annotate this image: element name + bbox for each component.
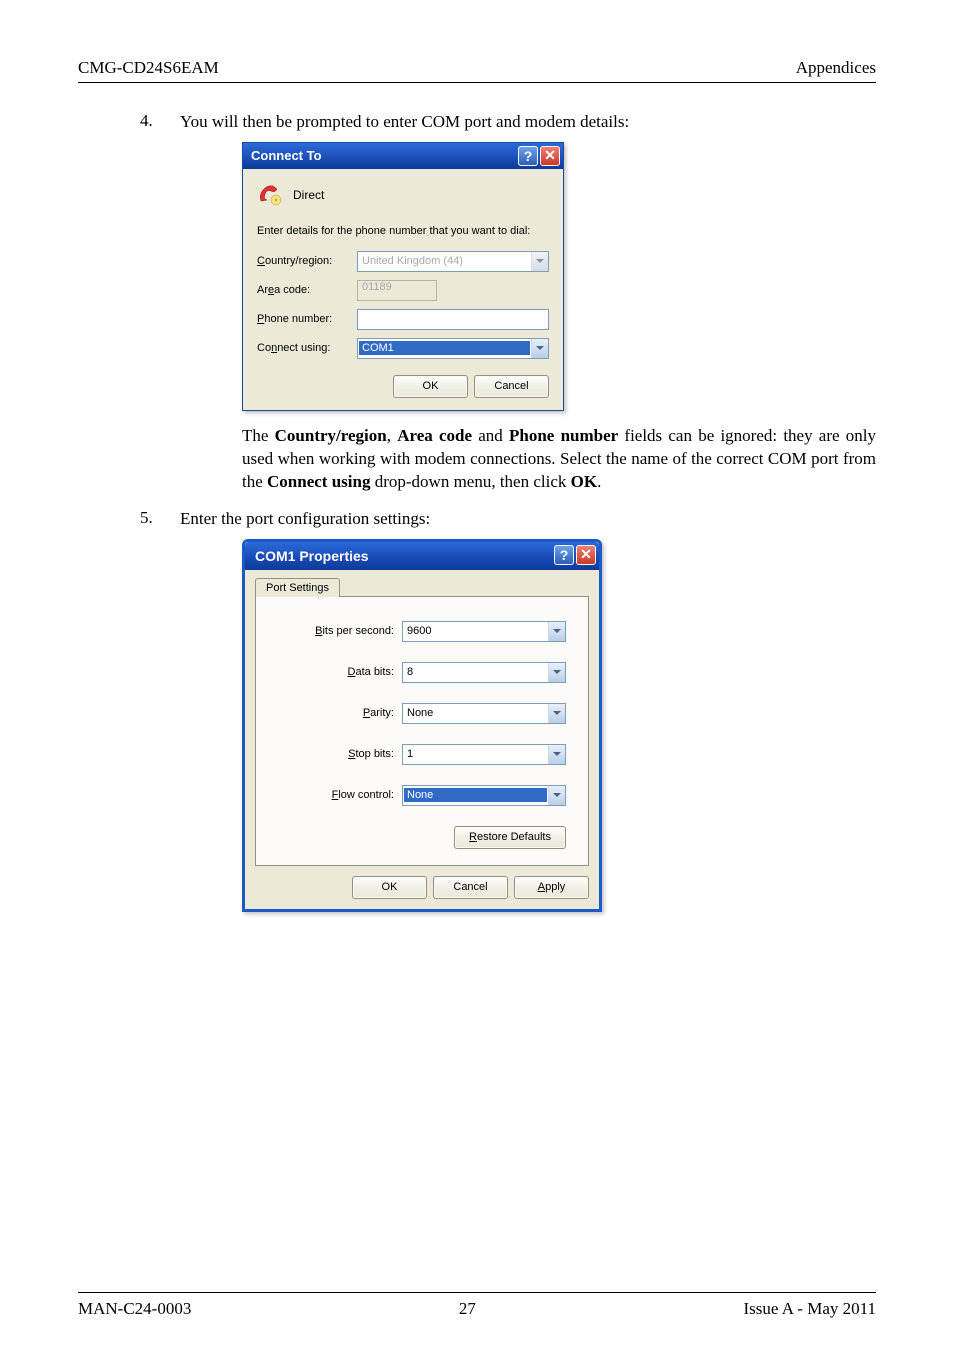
footer-left: MAN-C24-0003 bbox=[78, 1299, 191, 1319]
ok-button[interactable]: OK bbox=[393, 375, 468, 398]
parity-label: Parity: bbox=[278, 707, 402, 719]
country-select[interactable]: United Kingdom (44) bbox=[357, 251, 549, 272]
close-button[interactable]: ✕ bbox=[540, 146, 560, 166]
footer-right: Issue A - May 2011 bbox=[743, 1299, 876, 1319]
cancel-button[interactable]: Cancel bbox=[433, 876, 508, 899]
flow-control-select[interactable]: None bbox=[402, 785, 566, 806]
step-4: 4. You will then be prompted to enter CO… bbox=[140, 111, 876, 134]
connect-to-title: Connect To bbox=[251, 148, 322, 163]
area-label: Area code: bbox=[257, 284, 357, 296]
connect-to-titlebar: Connect To ? ✕ bbox=[243, 143, 563, 169]
header-right: Appendices bbox=[796, 58, 876, 78]
dialog-hint: Enter details for the phone number that … bbox=[257, 225, 549, 237]
step-5-text: Enter the port configuration settings: bbox=[180, 508, 430, 531]
step-5-num: 5. bbox=[140, 508, 180, 531]
restore-defaults-button[interactable]: Restore Defaults bbox=[454, 826, 566, 849]
parity-select[interactable]: None bbox=[402, 703, 566, 724]
chevron-down-icon bbox=[548, 745, 565, 764]
help-button[interactable]: ? bbox=[554, 545, 574, 565]
apply-button[interactable]: Apply bbox=[514, 876, 589, 899]
com1-properties-dialog: COM1 Properties ? ✕ Port Settings Bits p… bbox=[242, 539, 602, 912]
step-4-num: 4. bbox=[140, 111, 180, 134]
data-bits-select[interactable]: 8 bbox=[402, 662, 566, 683]
cancel-button[interactable]: Cancel bbox=[474, 375, 549, 398]
bits-per-second-select[interactable]: 9600 bbox=[402, 621, 566, 642]
header-left: CMG-CD24S6EAM bbox=[78, 58, 219, 78]
area-code-input[interactable]: 01189 bbox=[357, 280, 437, 301]
bits-per-second-label: Bits per second: bbox=[278, 625, 402, 637]
flow-control-label: Flow control: bbox=[278, 789, 402, 801]
connection-name: Direct bbox=[293, 188, 324, 202]
connect-to-dialog: Connect To ? ✕ bbox=[242, 142, 564, 411]
port-settings-pane: Bits per second: 9600 Data bits: 8 bbox=[255, 596, 589, 866]
connect-using-select[interactable]: COM1 bbox=[357, 338, 549, 359]
footer-page-number: 27 bbox=[459, 1299, 476, 1319]
com1-title: COM1 Properties bbox=[255, 548, 369, 564]
chevron-down-icon bbox=[531, 252, 548, 271]
ok-button[interactable]: OK bbox=[352, 876, 427, 899]
chevron-down-icon bbox=[548, 704, 565, 723]
step-5: 5. Enter the port configuration settings… bbox=[140, 508, 876, 531]
explanatory-paragraph: The Country/region, Area code and Phone … bbox=[242, 425, 876, 494]
data-bits-label: Data bits: bbox=[278, 666, 402, 678]
chevron-down-icon bbox=[548, 663, 565, 682]
phone-number-input[interactable] bbox=[357, 309, 549, 330]
help-button[interactable]: ? bbox=[518, 146, 538, 166]
phone-label: Phone number: bbox=[257, 313, 357, 325]
com1-titlebar: COM1 Properties ? ✕ bbox=[245, 542, 599, 570]
connection-icon bbox=[257, 181, 285, 209]
step-4-text: You will then be prompted to enter COM p… bbox=[180, 111, 629, 134]
chevron-down-icon bbox=[531, 339, 548, 358]
close-button[interactable]: ✕ bbox=[576, 545, 596, 565]
tab-port-settings[interactable]: Port Settings bbox=[255, 578, 340, 597]
connect-using-label: Connect using: bbox=[257, 342, 357, 354]
chevron-down-icon bbox=[548, 786, 565, 805]
stop-bits-select[interactable]: 1 bbox=[402, 744, 566, 765]
chevron-down-icon bbox=[548, 622, 565, 641]
stop-bits-label: Stop bits: bbox=[278, 748, 402, 760]
country-label: Country/region: bbox=[257, 255, 357, 267]
